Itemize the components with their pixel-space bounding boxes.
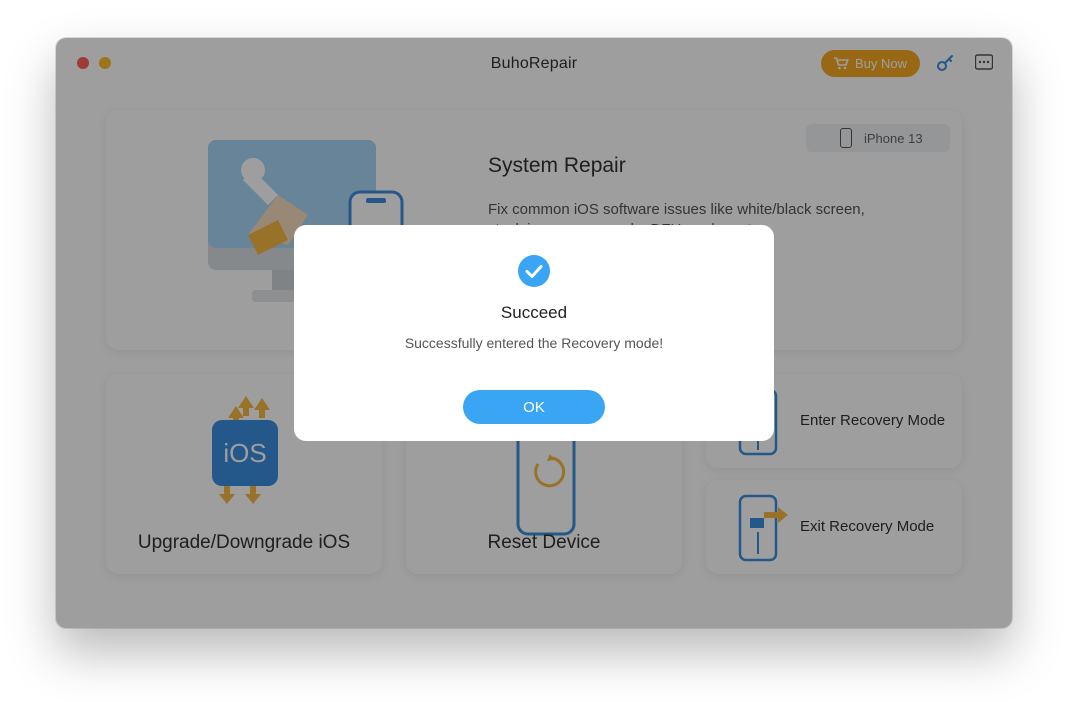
app-window: BuhoRepair Buy Now iPhone 13 System Repa… bbox=[56, 38, 1012, 628]
success-check-icon bbox=[518, 255, 550, 287]
success-dialog: Succeed Successfully entered the Recover… bbox=[294, 225, 774, 441]
dialog-message: Successfully entered the Recovery mode! bbox=[404, 335, 664, 351]
ok-button[interactable]: OK bbox=[463, 390, 605, 424]
dialog-title: Succeed bbox=[500, 303, 568, 322]
